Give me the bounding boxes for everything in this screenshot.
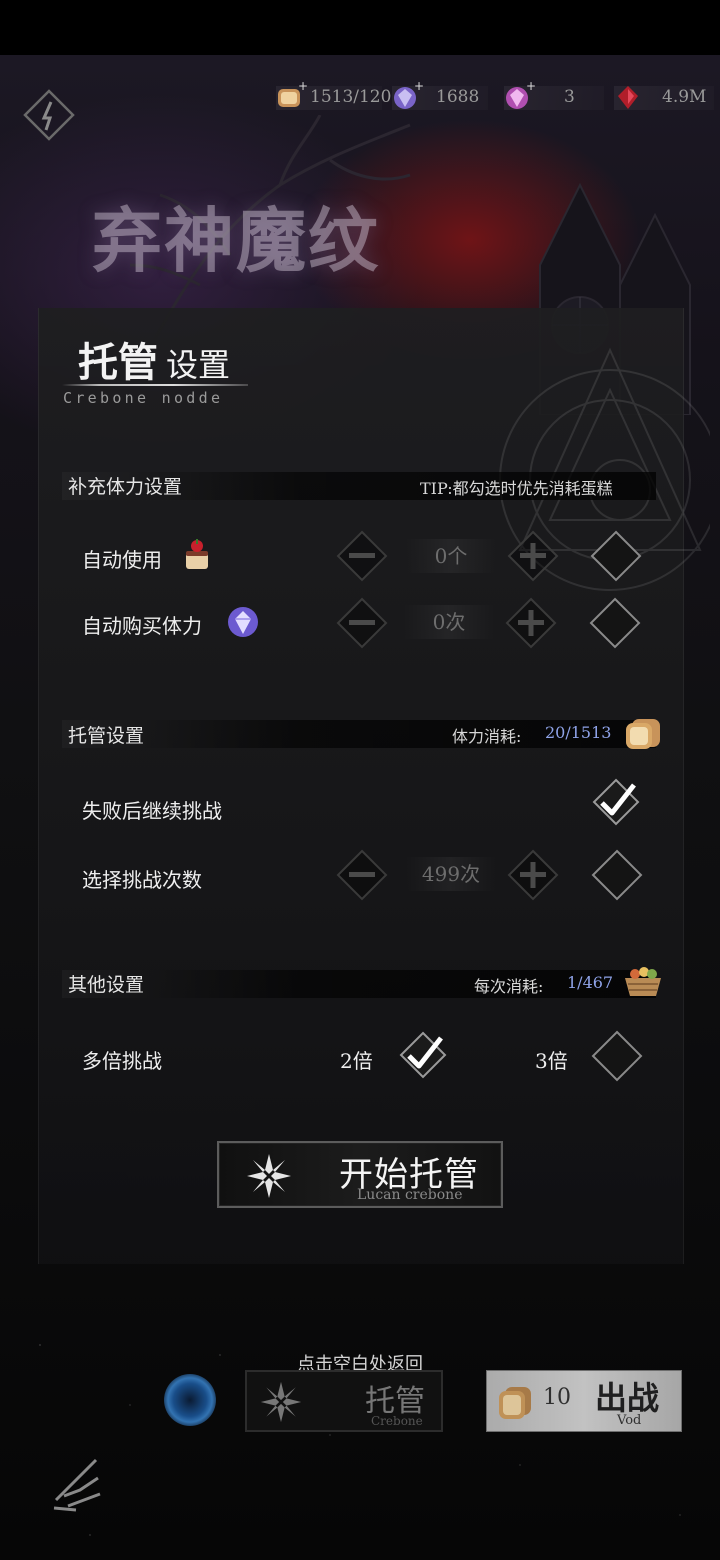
plus-icon[interactable]: + <box>414 79 424 93</box>
pink-crystal-icon: + <box>502 79 536 113</box>
plus-button[interactable] <box>505 847 561 903</box>
crystal-icon <box>228 607 258 637</box>
resource-value: 3 <box>564 87 575 107</box>
panel-title-main: 托管 <box>78 339 158 386</box>
snowflake-icon <box>260 1381 302 1423</box>
basket-icon <box>625 967 661 996</box>
fight-en: Vod <box>617 1413 642 1428</box>
x2-checkbox[interactable] <box>395 1027 451 1083</box>
plus-button[interactable] <box>503 595 559 651</box>
bread-icon <box>626 719 660 749</box>
auto-use-label: 自动使用 <box>82 548 162 572</box>
resource-value: 1513/120 <box>310 87 392 107</box>
challenge-count-value: 499次 <box>405 857 497 891</box>
resource-value: 4.9M <box>662 87 707 107</box>
x3-checkbox[interactable] <box>589 1028 645 1084</box>
start-button-en: Lucan crebone <box>357 1187 463 1203</box>
start-auto-button[interactable]: 开始托管 Lucan crebone <box>217 1141 503 1208</box>
resource-value: 1688 <box>436 87 480 107</box>
minus-button[interactable] <box>334 528 390 584</box>
auto-battle-en: Crebone <box>371 1414 423 1428</box>
stamina-cost-label: 体力消耗: <box>452 727 522 746</box>
section-title-auto: 托管设置 <box>68 725 145 747</box>
panel-title-sub: 设置 <box>166 346 231 384</box>
bread-icon <box>499 1387 531 1419</box>
title-underline <box>62 384 248 386</box>
x3-label: 3倍 <box>535 1049 568 1073</box>
auto-buy-checkbox[interactable] <box>587 595 643 651</box>
resource-red-gem[interactable]: 4.9M <box>612 80 706 114</box>
per-run-cost-label: 每次消耗: <box>474 977 544 996</box>
snowflake-icon <box>247 1154 291 1198</box>
bread-icon: + <box>274 79 308 113</box>
resource-stamina[interactable]: + 1513/120 <box>274 79 392 114</box>
minus-button[interactable] <box>334 847 390 903</box>
auto-use-checkbox[interactable] <box>588 528 644 584</box>
back-button[interactable] <box>22 88 76 142</box>
challenge-count-label: 选择挑战次数 <box>82 868 202 892</box>
stamina-tip: TIP:都勾选时优先消耗蛋糕 <box>420 479 613 498</box>
portal-orb-icon[interactable] <box>164 1374 216 1426</box>
auto-battle-button[interactable]: 托管 Crebone <box>245 1370 443 1432</box>
section-title-stamina: 补充体力设置 <box>68 476 183 498</box>
minus-button[interactable] <box>334 595 390 651</box>
red-gem-icon <box>612 81 644 113</box>
wing-emblem-icon[interactable] <box>46 1450 110 1520</box>
section-title-other: 其他设置 <box>68 974 145 996</box>
auto-buy-count: 0次 <box>403 605 495 639</box>
auto-use-count: 0个 <box>405 539 497 573</box>
panel-title-en: Crebone nodde <box>63 389 224 407</box>
stamina-cost-value: 20/1513 <box>545 723 612 742</box>
cake-icon <box>186 539 208 569</box>
per-run-cost-value: 1/467 <box>567 973 614 992</box>
resource-pink-crystal[interactable]: + 3 <box>502 79 575 114</box>
retry-checkbox[interactable] <box>588 774 644 830</box>
fight-button[interactable]: 10 出战 Vod <box>486 1370 682 1432</box>
plus-icon[interactable]: + <box>298 79 308 93</box>
purple-crystal-icon: + <box>390 79 424 113</box>
x2-label: 2倍 <box>340 1049 373 1073</box>
challenge-count-checkbox[interactable] <box>589 847 645 903</box>
multiplier-label: 多倍挑战 <box>82 1049 162 1073</box>
resource-purple-crystal[interactable]: + 1688 <box>390 79 480 114</box>
fight-cost: 10 <box>543 1385 571 1410</box>
game-title-logo: 弃神魔纹 <box>92 199 380 282</box>
auto-buy-label: 自动购买体力 <box>82 614 202 638</box>
plus-button[interactable] <box>505 528 561 584</box>
retry-label: 失败后继续挑战 <box>82 799 222 823</box>
plus-icon[interactable]: + <box>526 79 536 93</box>
